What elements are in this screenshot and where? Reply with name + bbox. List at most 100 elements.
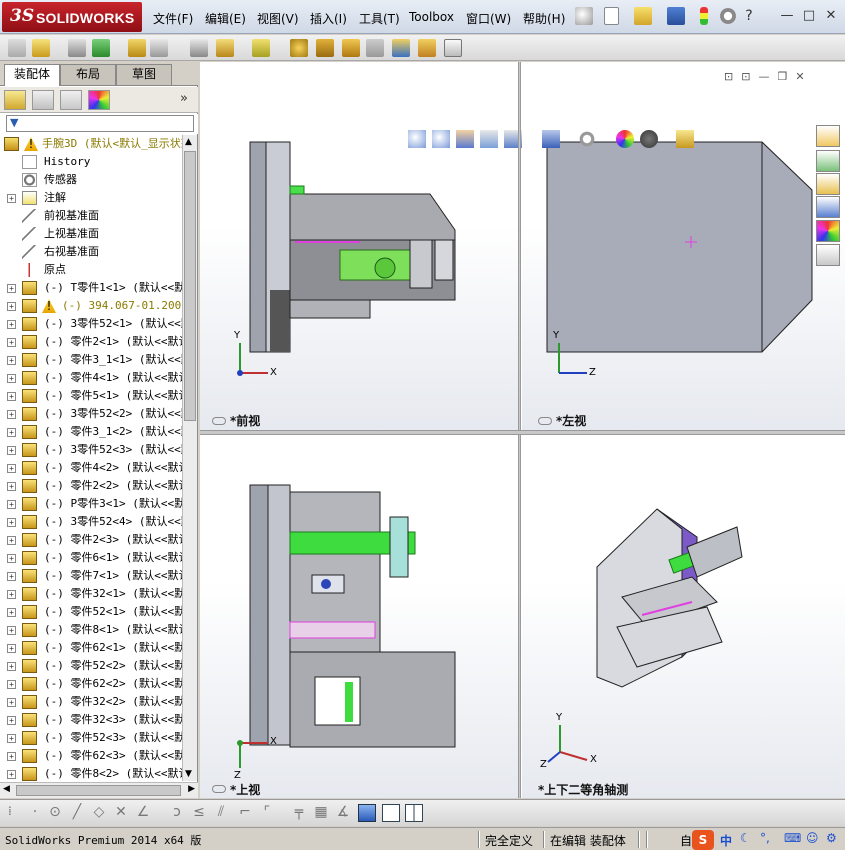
edit-appearance-icon[interactable] [616,130,634,148]
tree-item[interactable]: + (-) 零件5<1> (默认<<默认 [0,387,182,405]
options-icon[interactable] [719,7,737,25]
tree-item[interactable]: + (-) 3零件52<2> (默认<<默 [0,405,182,423]
tree-item[interactable]: + (-) 零件2<3> (默认<<默认 [0,531,182,549]
scroll-right-arrow-icon[interactable]: ▶ [188,784,195,794]
tree-item[interactable]: History [0,153,182,171]
user-icon[interactable]: ☺ [806,831,819,845]
punctuation-icon[interactable]: °, [760,831,770,845]
circle-icon[interactable]: ⊙ [46,804,64,822]
four-view-icon[interactable] [405,804,423,822]
tree-item[interactable]: + (-) 零件62<3> (默认<<默 [0,747,182,765]
tree-expand-icon[interactable]: + [7,698,16,707]
tree-item[interactable]: + (-) 零件3_1<2> (默认<<默 [0,423,182,441]
menu-view[interactable]: 视图(V) [257,10,299,27]
tree-expand-icon[interactable]: + [7,590,16,599]
tree-expand-icon[interactable]: + [7,302,16,311]
tree-item[interactable]: 右视基准面 [0,243,182,261]
tree-expand-icon[interactable]: + [7,446,16,455]
mate-icon[interactable] [68,39,86,57]
tree-item[interactable]: + (-) 零件32<2> (默认<<默 [0,693,182,711]
tree-item[interactable]: + (-) 零件6<1> (默认<<默认 [0,549,182,567]
trim-icon[interactable]: ✕ [112,804,130,822]
tree-expand-icon[interactable]: + [7,680,16,689]
tree-item[interactable]: + (-) 零件62<2> (默认<<默 [0,675,182,693]
reference-geometry-icon[interactable] [252,39,270,57]
section-view-icon[interactable] [480,130,498,148]
tree-item[interactable]: + (-) 3零件52<3> (默认<<默 [0,441,182,459]
tree-expand-icon[interactable]: + [7,482,16,491]
tree-item[interactable]: + (-) 零件2<1> (默认<<默认 [0,333,182,351]
tree-expand-icon[interactable]: + [7,374,16,383]
tree-item[interactable]: + (-) 零件8<2> (默认<<默认 [0,765,182,781]
menu-help[interactable]: 帮助(H) [523,10,565,27]
smart-fasteners-icon[interactable] [128,39,146,57]
zoom-to-fit-icon[interactable] [408,130,426,148]
zoom-to-area-icon[interactable] [432,130,450,148]
tree-expand-icon[interactable]: + [7,752,16,761]
tree-expand-icon[interactable]: + [7,428,16,437]
settings-icon[interactable]: ⚙ [826,831,837,845]
tree-hscroll-thumb[interactable] [16,785,181,796]
open-folder-icon[interactable] [634,7,652,25]
move-component-icon[interactable] [150,39,168,57]
expand-chevron-icon[interactable]: » [180,91,188,106]
tree-item[interactable]: + (-) 零件2<2> (默认<<默认 [0,477,182,495]
insert-component-icon[interactable] [8,39,26,57]
explode-line-sketch-icon[interactable] [366,39,384,57]
minimize-button[interactable]: — [777,6,797,26]
tree-item[interactable]: + (-) 零件7<1> (默认<<默认 [0,567,182,585]
tree-item[interactable]: 原点 [0,261,182,279]
display-style-icon[interactable] [542,130,560,148]
tree-item[interactable]: + (-) 零件3_1<1> (默认<<默 [0,351,182,369]
midpoint-icon[interactable]: ≤ [190,804,208,822]
tree-item[interactable]: + (-) 零件4<2> (默认<<默认 [0,459,182,477]
parallel-icon[interactable]: ⫽ [212,804,230,822]
assembly-features-icon[interactable] [216,39,234,57]
tree-expand-icon[interactable]: + [7,320,16,329]
tree-item[interactable]: + (-) 零件62<1> (默认<<默 [0,639,182,657]
tree-expand-icon[interactable]: + [7,644,16,653]
feature-manager-icon[interactable] [4,90,26,110]
file-explorer-icon[interactable] [816,173,840,195]
tree-item[interactable]: + 注解 [0,189,182,207]
viewport-restore-icon[interactable]: ❐ [777,70,787,83]
tree-expand-icon[interactable]: + [7,194,16,203]
tree-item[interactable]: + (-) 零件52<1> (默认<<默 [0,603,182,621]
tangent-icon[interactable]: ↄ [168,804,186,822]
tree-item[interactable]: + (-) 零件8<1> (默认<<默认 [0,621,182,639]
view-settings-icon[interactable] [676,130,694,148]
tree-expand-icon[interactable]: + [7,392,16,401]
display-manager-icon[interactable] [88,90,110,110]
iso-view-model[interactable] [522,437,845,798]
instant3d-icon[interactable] [444,39,462,57]
save-icon[interactable] [667,7,685,25]
tree-expand-icon[interactable]: + [7,662,16,671]
tree-expand-icon[interactable]: + [7,734,16,743]
new-document-icon[interactable] [604,7,619,25]
tree-expand-icon[interactable]: + [7,284,16,293]
tree-item[interactable]: + (-) 3零件52<1> (默认<<默 [0,315,182,333]
viewport-minimize-icon[interactable]: — [758,70,769,83]
tree-expand-icon[interactable]: + [7,608,16,617]
top-view-model[interactable] [200,437,518,798]
rebuild-icon[interactable] [700,7,708,25]
solidworks-logo[interactable]: 3S SOLIDWORKS [2,2,142,32]
tree-item[interactable]: + (-) P零件3<1> (默认<<默 [0,495,182,513]
viewport-top[interactable]: X Z *上视 [200,437,518,798]
tree-expand-icon[interactable]: + [7,518,16,527]
scroll-left-arrow-icon[interactable]: ◀ [3,784,10,794]
tree-expand-icon[interactable]: + [7,716,16,725]
scroll-up-arrow-icon[interactable]: ▲ [185,137,192,147]
tree-item[interactable]: + (-) 零件32<1> (默认<<默 [0,585,182,603]
angle-icon[interactable]: ∠ [134,804,152,822]
tree-scroll-thumb[interactable] [184,151,196,421]
tree-item[interactable]: 传感器 [0,171,182,189]
tree-expand-icon[interactable]: + [7,338,16,347]
previous-view-icon[interactable] [456,130,474,148]
menu-toolbox[interactable]: Toolbox [409,10,454,24]
angle-snap-icon[interactable]: ∡ [334,804,352,822]
viewport-link-left-icon[interactable]: ⊡ [724,70,733,83]
tree-expand-icon[interactable]: + [7,464,16,473]
tree-expand-icon[interactable]: + [7,770,16,779]
tree-expand-icon[interactable]: + [7,356,16,365]
